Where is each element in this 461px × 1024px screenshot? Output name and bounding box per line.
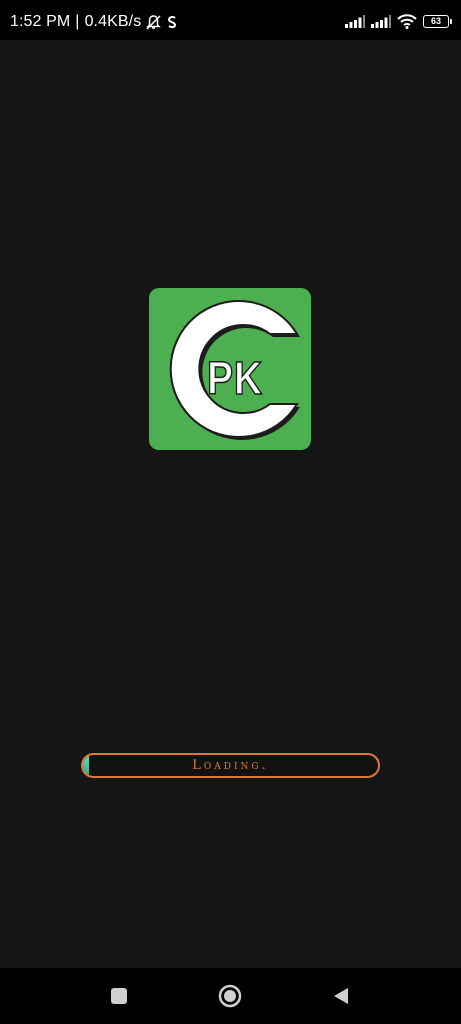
status-time: 1:52 PM [10,13,71,30]
status-right: 63 [345,14,452,29]
status-bar: 1:52 PM | 0.4KB/s 63 [0,0,461,40]
loading-label: Loading. [192,758,269,773]
signal-icon [371,15,391,28]
navigation-bar [0,968,461,1024]
status-left: 1:52 PM | 0.4KB/s [10,13,178,31]
recents-square-icon [111,988,127,1004]
status-separator: | [75,13,80,30]
loading-progress-bar: Loading. [81,753,380,778]
back-button[interactable] [329,984,353,1008]
home-button[interactable] [218,984,242,1008]
splash-screen: 1:52 PM | 0.4KB/s 63 PK Loading. [0,0,461,1024]
back-triangle-icon [334,988,348,1004]
recents-button[interactable] [107,984,131,1008]
battery-icon: 63 [423,15,452,28]
network-speed: 0.4KB/s [84,13,142,30]
home-circle-icon [218,984,242,1008]
battery-level: 63 [430,16,441,26]
signal-icon [345,15,365,28]
bell-muted-icon [146,14,162,30]
logo-text: PK [207,352,263,404]
wifi-icon [397,14,417,29]
logo-graphic: PK [169,300,300,440]
sync-icon [168,15,177,29]
app-logo: PK [149,288,311,450]
